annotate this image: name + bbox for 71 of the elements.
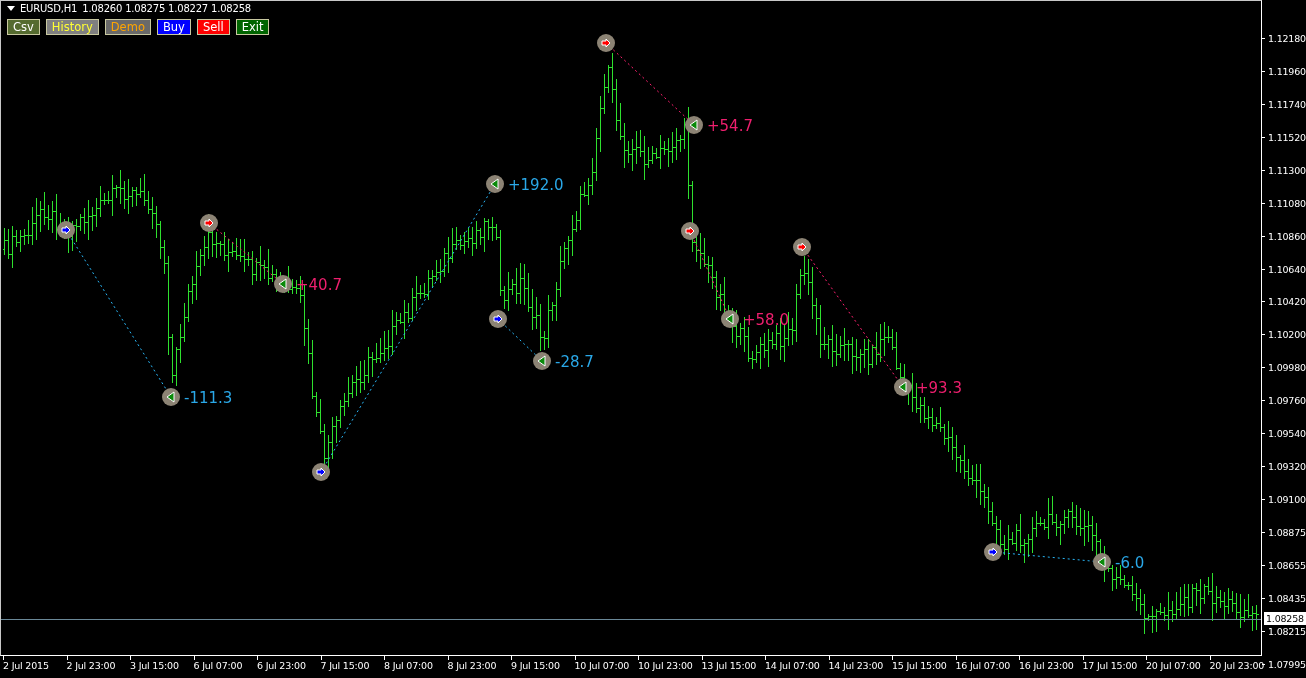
trade-result: +192.0 [508, 176, 564, 194]
price-label: 1.10200 [1268, 329, 1306, 341]
arrow-marker-icon [681, 222, 699, 240]
time-label: 10 Jul 07:00 [574, 660, 630, 671]
trade-result: +93.3 [916, 379, 962, 397]
price-label: 1.09980 [1268, 362, 1306, 374]
chart-button[interactable]: Csv [7, 19, 40, 35]
trade-result: -28.7 [555, 353, 594, 371]
arrow-marker-icon [793, 238, 811, 256]
price-label: 1.08435 [1268, 592, 1306, 604]
triangle-marker-icon [894, 378, 912, 396]
price-label: 1.11300 [1268, 164, 1306, 176]
time-label: 8 Jul 07:00 [384, 660, 433, 671]
time-label: 15 Jul 15:00 [892, 660, 947, 671]
price-label: 1.12180 [1268, 32, 1306, 44]
time-label: 7 Jul 15:00 [320, 660, 370, 671]
arrow-marker-icon [489, 310, 507, 328]
arrow-marker-icon [57, 221, 75, 239]
price-label: 1.10860 [1268, 230, 1306, 242]
chart-button[interactable]: Sell [196, 19, 230, 35]
price-label: 1.11520 [1268, 131, 1306, 143]
time-label: 8 Jul 23:00 [447, 660, 497, 671]
arrow-marker-icon [312, 463, 330, 481]
time-label: 20 Jul 23:00 [1209, 660, 1265, 671]
time-label: 10 Jul 23:00 [638, 660, 693, 671]
time-label: 2 Jul 23:00 [66, 660, 116, 671]
time-label: 16 Jul 23:00 [1019, 660, 1074, 671]
arrow-marker-icon [597, 34, 615, 52]
time-label: 3 Jul 15:00 [130, 660, 179, 671]
time-label: 6 Jul 23:00 [257, 660, 306, 671]
trade-result: -6.0 [1115, 554, 1145, 572]
quotes-text: 1.08260 1.08275 1.08227 1.08258 [82, 3, 251, 14]
price-label: 1.09540 [1268, 428, 1306, 440]
dropdown-caret-icon[interactable] [7, 6, 15, 11]
triangle-marker-icon [533, 352, 551, 370]
arrow-marker-icon [200, 214, 218, 232]
price-label: 1.10420 [1268, 296, 1306, 308]
time-label: 14 Jul 23:00 [828, 660, 884, 671]
triangle-marker-icon [486, 175, 504, 193]
time-label: 17 Jul 15:00 [1082, 660, 1138, 671]
triangle-marker-icon [1093, 553, 1111, 571]
price-label: 1.11960 [1268, 65, 1306, 77]
chart-button[interactable]: Buy [156, 19, 191, 35]
price-label: 1.10640 [1268, 263, 1306, 275]
price-label: 1.09760 [1268, 395, 1306, 407]
trade-result: +54.7 [707, 117, 753, 135]
time-label: 9 Jul 15:00 [511, 660, 560, 671]
price-label: 1.09320 [1268, 461, 1306, 473]
arrow-marker-icon [984, 543, 1002, 561]
triangle-marker-icon [721, 310, 739, 328]
triangle-marker-icon [685, 116, 703, 134]
chart-button[interactable]: History [45, 19, 99, 35]
triangle-marker-icon [162, 388, 180, 406]
time-label: 2 Jul 2015 [3, 660, 49, 671]
trade-result: -111.3 [184, 389, 233, 407]
price-label: 1.08875 [1268, 527, 1306, 539]
price-label: 1.09100 [1268, 494, 1306, 506]
price-label: 1.11080 [1268, 197, 1306, 209]
price-label: 1.07995 [1268, 658, 1306, 670]
current-price-label: 1.08258 [1264, 612, 1306, 625]
time-label: 20 Jul 07:00 [1146, 660, 1201, 671]
time-label: 14 Jul 07:00 [765, 660, 820, 671]
time-label: 16 Jul 07:00 [955, 660, 1011, 671]
price-label: 1.08655 [1268, 559, 1306, 571]
symbol-label: EURUSD,H1 [20, 3, 78, 14]
chart-button[interactable]: Exit [235, 19, 270, 35]
price-label: 1.11740 [1268, 98, 1306, 110]
time-label: 13 Jul 15:00 [701, 660, 757, 671]
time-label: 6 Jul 07:00 [193, 660, 243, 671]
triangle-marker-icon [274, 275, 292, 293]
price-label: 1.08215 [1268, 625, 1306, 637]
